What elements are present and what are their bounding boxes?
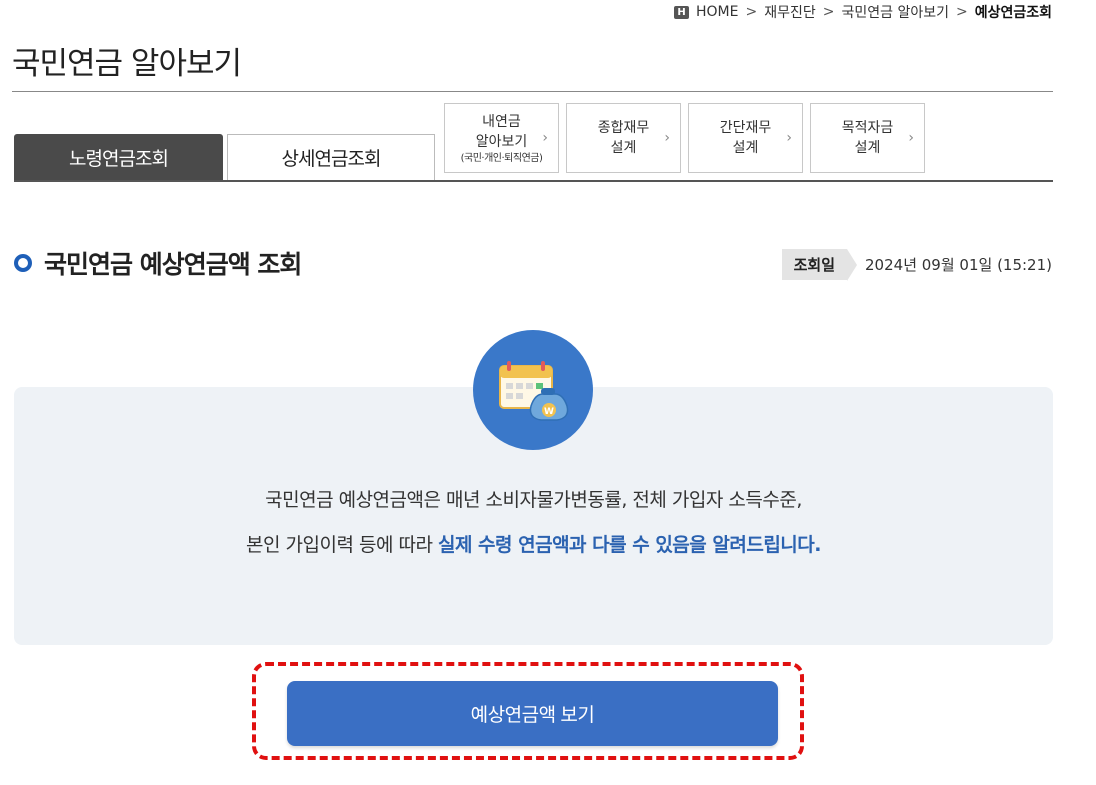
breadcrumb-current: 예상연금조회 [974,5,1052,21]
chevron-right-icon: > [822,4,835,20]
sub-nav-label-line1: 종합재무 [597,120,650,136]
query-date-value: 2024년 09월 01일 (15:21) [865,256,1052,274]
query-date-label: 조회일 [781,249,858,281]
page-title: 국민연금 알아보기 [12,46,242,82]
query-date: 조회일 2024년 09월 01일 (15:21) [781,249,1052,281]
home-icon[interactable]: H [674,5,689,19]
section-header: 국민연금 예상연금액 조회 [14,245,302,281]
chevron-right-icon: › [786,130,792,146]
breadcrumb-home[interactable]: HOME [696,4,738,20]
chevron-right-icon: › [664,130,670,146]
sub-nav-simple-plan-button[interactable]: 간단재무 설계 › [688,103,803,173]
tab-old-age-pension[interactable]: 노령연금조회 [14,134,223,180]
breadcrumb: H HOME > 재무진단 > 국민연금 알아보기 > 예상연금조회 [674,2,1052,22]
info-text-line2: 본인 가입이력 등에 따라 실제 수령 연금액과 다를 수 있음을 알려드립니다… [14,530,1053,557]
sub-nav-label-line1: 내연금 [482,113,521,130]
sub-nav-label-line1: 간단재무 [719,120,772,136]
sub-nav-label-line2: 설계 [854,140,881,156]
title-divider [12,91,1053,92]
chevron-right-icon: › [908,130,914,146]
sub-nav-comprehensive-plan-button[interactable]: 종합재무 설계 › [566,103,681,173]
sub-nav-label-line2: 설계 [610,140,637,156]
sub-nav-label-line1: 목적자금 [841,120,894,136]
tab-detailed-pension[interactable]: 상세연금조회 [227,134,435,180]
sub-nav-label-line2: 알아보기 [475,133,528,150]
calendar-money-icon: W [473,330,593,450]
svg-text:W: W [544,407,554,417]
breadcrumb-item-finance[interactable]: 재무진단 [764,2,816,22]
section-title: 국민연금 예상연금액 조회 [44,250,302,279]
sub-nav-label-line2: 설계 [732,140,759,156]
info-text-line1: 국민연금 예상연금액은 매년 소비자물가변동률, 전체 가입자 소득수준, [265,489,802,511]
chevron-right-icon: > [745,4,758,20]
ring-bullet-icon [14,254,32,272]
chevron-right-icon: › [542,130,548,146]
sub-nav-goal-fund-plan-button[interactable]: 목적자금 설계 › [810,103,925,173]
sub-nav-my-pension-button[interactable]: 내연금 알아보기 (국민·개인·퇴직연금) › [444,103,559,173]
sub-nav-note: (국민·개인·퇴직연금) [460,152,543,164]
breadcrumb-item-pension[interactable]: 국민연금 알아보기 [841,2,949,22]
chevron-right-icon: > [955,4,968,20]
info-text-prefix: 본인 가입이력 등에 따라 [246,534,438,556]
tab-divider [14,180,1053,182]
info-text-highlight: 실제 수령 연금액과 다를 수 있음을 알려드립니다. [437,534,822,556]
view-expected-pension-button[interactable]: 예상연금액 보기 [287,681,778,746]
